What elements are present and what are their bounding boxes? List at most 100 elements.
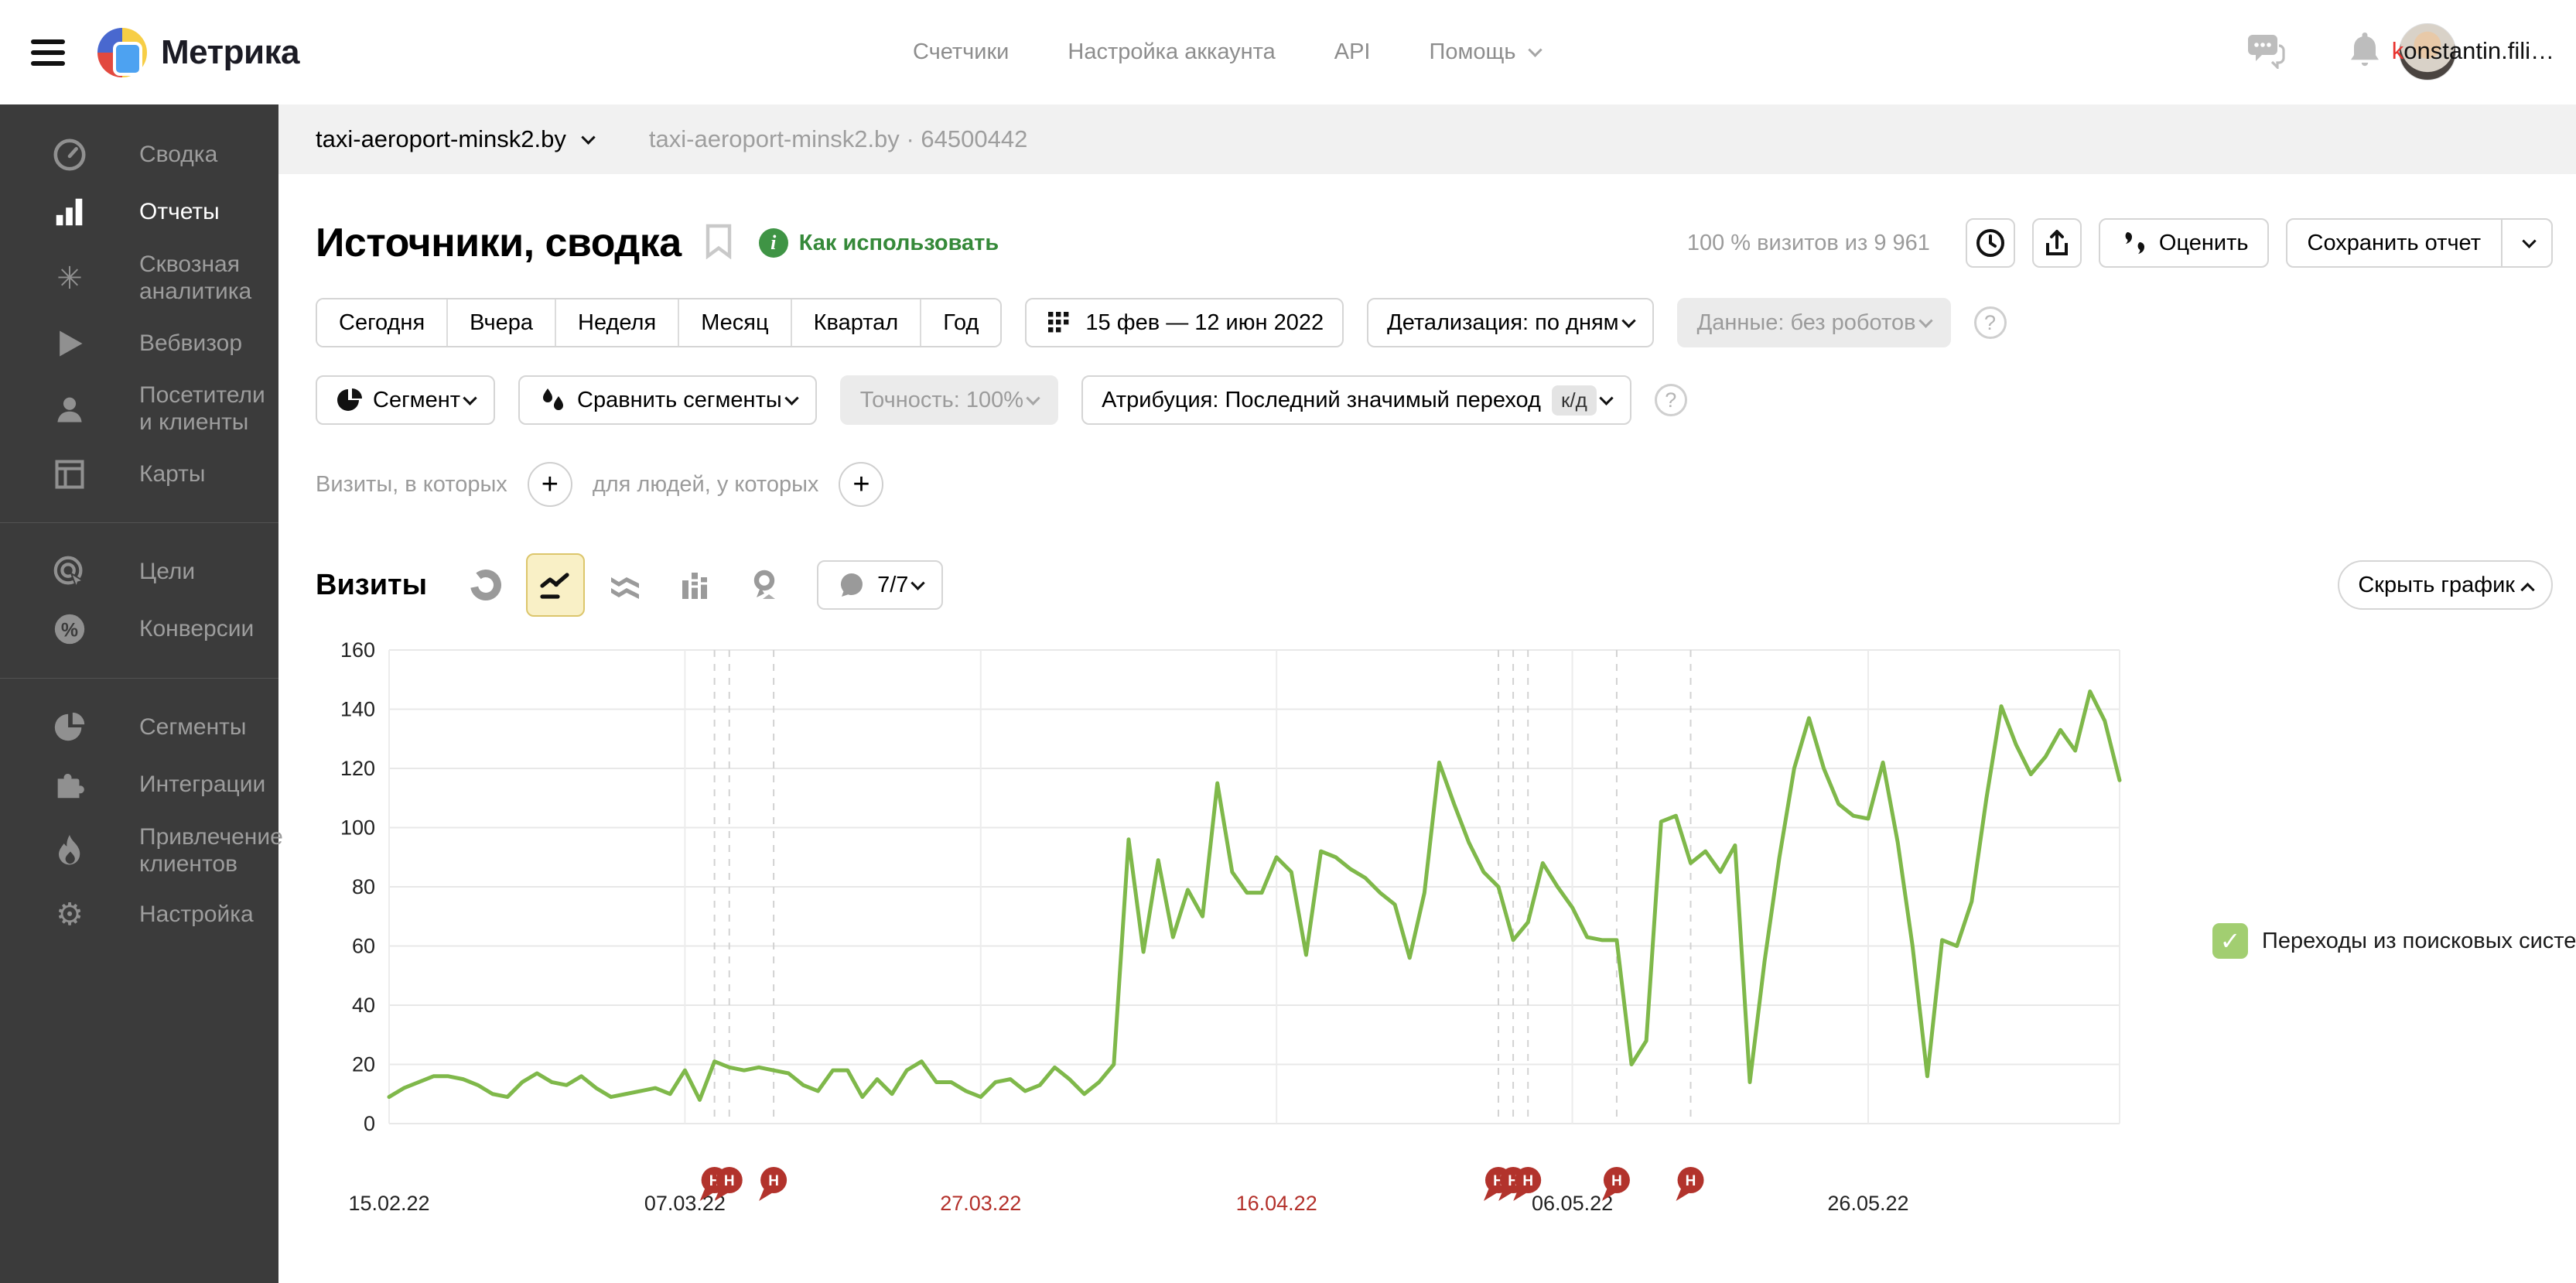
- period-week[interactable]: Неделя: [556, 299, 680, 346]
- accuracy-dropdown[interactable]: Точность: 100%: [839, 375, 1059, 425]
- svg-text:20: 20: [352, 1053, 375, 1076]
- svg-text:07.03.22: 07.03.22: [644, 1192, 726, 1215]
- svg-text:140: 140: [340, 698, 375, 721]
- metrica-brand[interactable]: Метрика: [97, 27, 300, 77]
- percent-icon: %: [0, 611, 139, 647]
- speedometer-icon: [0, 137, 139, 173]
- chevron-down-icon: [581, 129, 596, 145]
- help-question-icon[interactable]: ?: [1654, 384, 1687, 416]
- metrics-count-dropdown[interactable]: 7/7: [817, 560, 944, 610]
- hide-chart-button[interactable]: Скрыть график: [2338, 560, 2553, 610]
- svg-text:Н: Н: [1522, 1173, 1533, 1189]
- how-to-use-link[interactable]: i Как использовать: [758, 228, 999, 258]
- sidebar-item-summary[interactable]: Сводка: [0, 126, 278, 183]
- sidebar-item-visitors[interactable]: Посетители и клиенты: [0, 371, 278, 446]
- add-visit-condition-button[interactable]: +: [527, 462, 572, 507]
- visits-chart: 0 20 40 60 80 100 120 140 160 15.02.22 07.03.22 27.…: [316, 623, 2576, 1242]
- chevron-down-icon: [1599, 390, 1614, 405]
- sidebar-item-segments[interactable]: Сегменты: [0, 699, 278, 756]
- svg-text:80: 80: [352, 875, 375, 898]
- chart-legend: ✓ Переходы из поисковых систем: [2212, 923, 2576, 959]
- bar-chart-icon: [0, 194, 139, 230]
- nav-account-settings[interactable]: Настройка аккаунта: [1068, 39, 1275, 65]
- legend-checkbox[interactable]: ✓: [2212, 923, 2248, 959]
- chart-type-pie-icon[interactable]: [456, 553, 515, 617]
- period-group: Сегодня Вчера Неделя Месяц Квартал Год: [316, 298, 1003, 347]
- sidebar-item-reports[interactable]: Отчеты: [0, 183, 278, 241]
- nav-counters[interactable]: Счетчики: [913, 39, 1009, 65]
- notifications-bell-icon[interactable]: [2347, 30, 2383, 74]
- sidebar-item-cross-analytics[interactable]: ✳ Сквозная аналитика: [0, 241, 278, 316]
- save-report-button[interactable]: Сохранить отчет: [2285, 218, 2553, 268]
- svg-text:%: %: [61, 620, 78, 642]
- svg-text:Н: Н: [1686, 1173, 1696, 1189]
- attribution-badge: к/д: [1551, 385, 1597, 416]
- sidebar-item-conversions[interactable]: % Конверсии: [0, 600, 278, 658]
- sidebar-item-maps[interactable]: Карты: [0, 446, 278, 502]
- legend-label: Переходы из поисковых систем: [2262, 928, 2576, 953]
- chart-type-line-icon[interactable]: [526, 553, 586, 617]
- bookmark-icon[interactable]: [705, 224, 733, 263]
- sidebar-item-integrations[interactable]: Интеграции: [0, 756, 278, 813]
- detalization-dropdown[interactable]: Детализация: по дням: [1367, 298, 1654, 347]
- compare-segments-button[interactable]: Сравнить сегменты: [518, 375, 817, 425]
- chart-type-map-pin-icon[interactable]: [735, 553, 794, 617]
- sidebar-item-webvisor[interactable]: Вебвизор: [0, 316, 278, 371]
- chevron-up-icon: [2520, 582, 2535, 597]
- chart-type-columns-icon[interactable]: [665, 553, 724, 617]
- counter-selector[interactable]: taxi-aeroport-minsk2.by: [316, 125, 596, 153]
- help-question-icon[interactable]: ?: [1973, 306, 2007, 339]
- visits-condition-label: Визиты, в которых: [316, 471, 507, 497]
- metric-title: Визиты: [316, 568, 428, 601]
- chart-type-area-icon[interactable]: [596, 553, 654, 617]
- add-people-condition-button[interactable]: +: [839, 462, 884, 507]
- segment-filters-row: Сегмент Сравнить сегменты Точность: 100%…: [316, 375, 2576, 425]
- report-main: Источники, сводка i Как использовать 100…: [278, 174, 2576, 1283]
- visitors-icon: [0, 392, 139, 426]
- history-clock-button[interactable]: [1965, 218, 2015, 268]
- svg-text:160: 160: [340, 638, 375, 662]
- nav-help[interactable]: Помощь: [1430, 39, 1543, 65]
- period-year[interactable]: Год: [921, 299, 1001, 346]
- period-yesterday[interactable]: Вчера: [448, 299, 557, 346]
- date-range-button[interactable]: 15 фев — 12 июн 2022: [1025, 298, 1344, 347]
- sidebar-item-goals[interactable]: Цели: [0, 543, 278, 600]
- hamburger-menu-icon[interactable]: [31, 39, 65, 66]
- sidebar-item-acquisition[interactable]: Привлечение клиентов: [0, 813, 283, 888]
- chevron-down-icon: [1026, 390, 1040, 405]
- counter-id: 64500442: [921, 125, 1028, 152]
- goal-target-icon: [0, 554, 139, 590]
- save-report-dropdown[interactable]: [2501, 220, 2551, 266]
- chevron-down-icon: [1918, 313, 1933, 328]
- svg-text:Н: Н: [1611, 1173, 1622, 1189]
- visits-chart-svg[interactable]: 0 20 40 60 80 100 120 140 160 15.02.22 07.03.22 27.…: [340, 623, 2181, 1242]
- nav-api[interactable]: API: [1334, 39, 1371, 65]
- rate-button[interactable]: Оценить: [2098, 218, 2269, 268]
- flame-icon: [0, 833, 139, 870]
- chevron-down-icon: [2522, 233, 2537, 248]
- svg-text:40: 40: [352, 994, 375, 1017]
- counter-bar: taxi-aeroport-minsk2.by taxi-aeroport-mi…: [278, 104, 2576, 174]
- sample-note: 100 % визитов из 9 961: [1686, 230, 1930, 255]
- export-share-button[interactable]: [2031, 218, 2082, 268]
- svg-text:Н: Н: [768, 1173, 779, 1189]
- counter-info: taxi-aeroport-minsk2.by · 64500442: [648, 125, 1028, 152]
- period-month[interactable]: Месяц: [679, 299, 792, 346]
- user-name[interactable]: konstantin.fili…: [2392, 37, 2554, 65]
- svg-text:15.02.22: 15.02.22: [348, 1192, 429, 1215]
- sidebar-nav: Сводка Отчеты ✳ Сквозная аналитика Вебви…: [0, 104, 283, 1283]
- segment-button[interactable]: Сегмент: [316, 375, 496, 425]
- svg-text:16.04.22: 16.04.22: [1236, 1192, 1317, 1215]
- page-title: Источники, сводка: [316, 221, 682, 265]
- webvisor-play-icon: [0, 327, 139, 361]
- conditions-row: Визиты, в которых + для людей, у которых…: [316, 462, 2576, 507]
- svg-text:120: 120: [340, 757, 375, 780]
- period-quarter[interactable]: Квартал: [791, 299, 922, 346]
- feedback-chat-icon[interactable]: [2248, 32, 2288, 73]
- sidebar-item-settings[interactable]: ⚙ Настройка: [0, 888, 278, 941]
- chevron-down-icon: [784, 390, 799, 405]
- attribution-dropdown[interactable]: Атрибуция: Последний значимый переход к/…: [1081, 375, 1631, 425]
- period-today[interactable]: Сегодня: [317, 299, 449, 346]
- data-mode-dropdown[interactable]: Данные: без роботов: [1676, 298, 1951, 347]
- chevron-down-icon: [1527, 43, 1543, 57]
